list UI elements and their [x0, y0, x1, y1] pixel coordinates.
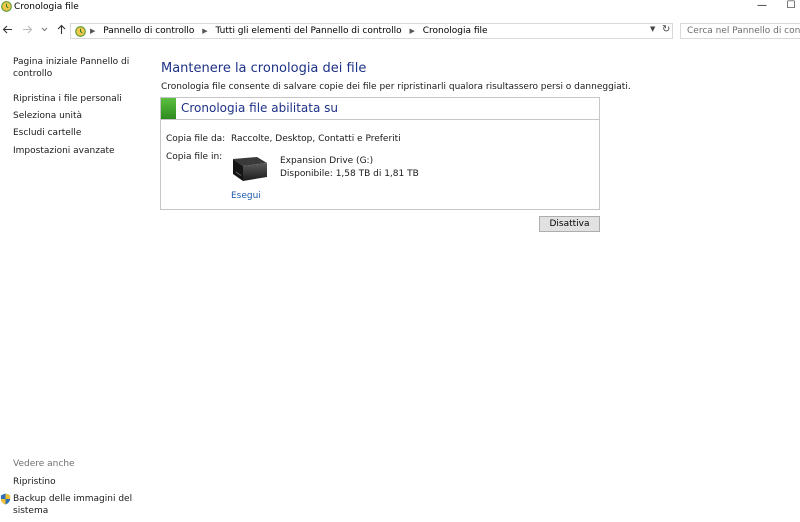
refresh-icon[interactable]: ↻ [662, 24, 670, 35]
up-button[interactable] [54, 24, 68, 38]
sidebar-item-restore-files[interactable]: Ripristina i file personali [13, 93, 122, 105]
breadcrumb-file-history[interactable]: Cronologia file [423, 26, 488, 36]
control-panel-icon [75, 26, 86, 37]
forward-button[interactable] [20, 24, 34, 38]
see-also-heading: Vedere anche [13, 459, 75, 469]
drive-free-space: Disponibile: 1,58 TB di 1,81 TB [280, 169, 419, 179]
see-also-recovery-link[interactable]: Ripristino [13, 476, 56, 488]
status-title: Cronologia file abilitata su [181, 101, 338, 115]
sidebar-item-advanced-settings[interactable]: Impostazioni avanzate [13, 145, 115, 157]
copy-to-label: Copia file in: [166, 152, 223, 162]
breadcrumb-control-panel[interactable]: Pannello di controllo [103, 26, 194, 36]
address-bar[interactable]: ▶ Pannello di controllo ▶ Tutti gli elem… [70, 23, 673, 39]
minimize-button[interactable]: — [755, 0, 769, 14]
copy-from-label: Copia file da: [166, 134, 226, 144]
title-bar: Cronologia file — ☐ [0, 0, 800, 16]
arrow-right-icon [22, 25, 32, 34]
shield-icon [0, 493, 11, 505]
recent-locations-button[interactable] [37, 24, 51, 38]
status-panel-header: Cronologia file abilitata su [161, 98, 599, 120]
maximize-button[interactable]: ☐ [784, 0, 798, 14]
breadcrumb-all-items[interactable]: Tutti gli elementi del Pannello di contr… [216, 26, 402, 36]
breadcrumb: ▶ Pannello di controllo ▶ Tutti gli elem… [90, 26, 488, 36]
sidebar-home-link[interactable]: Pagina iniziale Pannello di controllo [13, 56, 133, 80]
arrow-left-icon [2, 25, 12, 34]
file-history-icon [1, 1, 12, 12]
sidebar-item-exclude-folders[interactable]: Escludi cartelle [13, 127, 81, 139]
back-button[interactable] [0, 24, 14, 38]
run-now-link[interactable]: Esegui [231, 191, 261, 201]
status-accent-bar [161, 98, 176, 119]
navigation-bar: ▶ Pannello di controllo ▶ Tutti gli elem… [0, 22, 800, 42]
breadcrumb-separator-icon: ▶ [90, 27, 96, 35]
status-panel: Cronologia file abilitata su Copia file … [160, 97, 600, 210]
chevron-down-icon [41, 27, 47, 32]
external-drive-icon [233, 157, 267, 181]
see-also-system-image-backup-link[interactable]: Backup delle immagini del sistema [13, 493, 133, 517]
sidebar-item-select-drive[interactable]: Seleziona unità [13, 110, 82, 122]
search-box[interactable] [680, 23, 800, 39]
search-input[interactable] [687, 26, 800, 36]
window-title: Cronologia file [14, 2, 79, 12]
breadcrumb-separator-icon[interactable]: ▶ [202, 27, 207, 35]
arrow-up-icon [57, 24, 65, 34]
page-title: Mantenere la cronologia dei file [161, 61, 367, 76]
copy-from-value: Raccolte, Desktop, Contatti e Preferiti [231, 134, 401, 144]
address-dropdown-icon[interactable]: ▼ [650, 25, 655, 33]
breadcrumb-separator-icon[interactable]: ▶ [409, 27, 414, 35]
page-description: Cronologia file consente di salvare copi… [161, 82, 631, 92]
drive-name: Expansion Drive (G:) [280, 156, 374, 166]
turn-off-button[interactable]: Disattiva [539, 216, 600, 232]
